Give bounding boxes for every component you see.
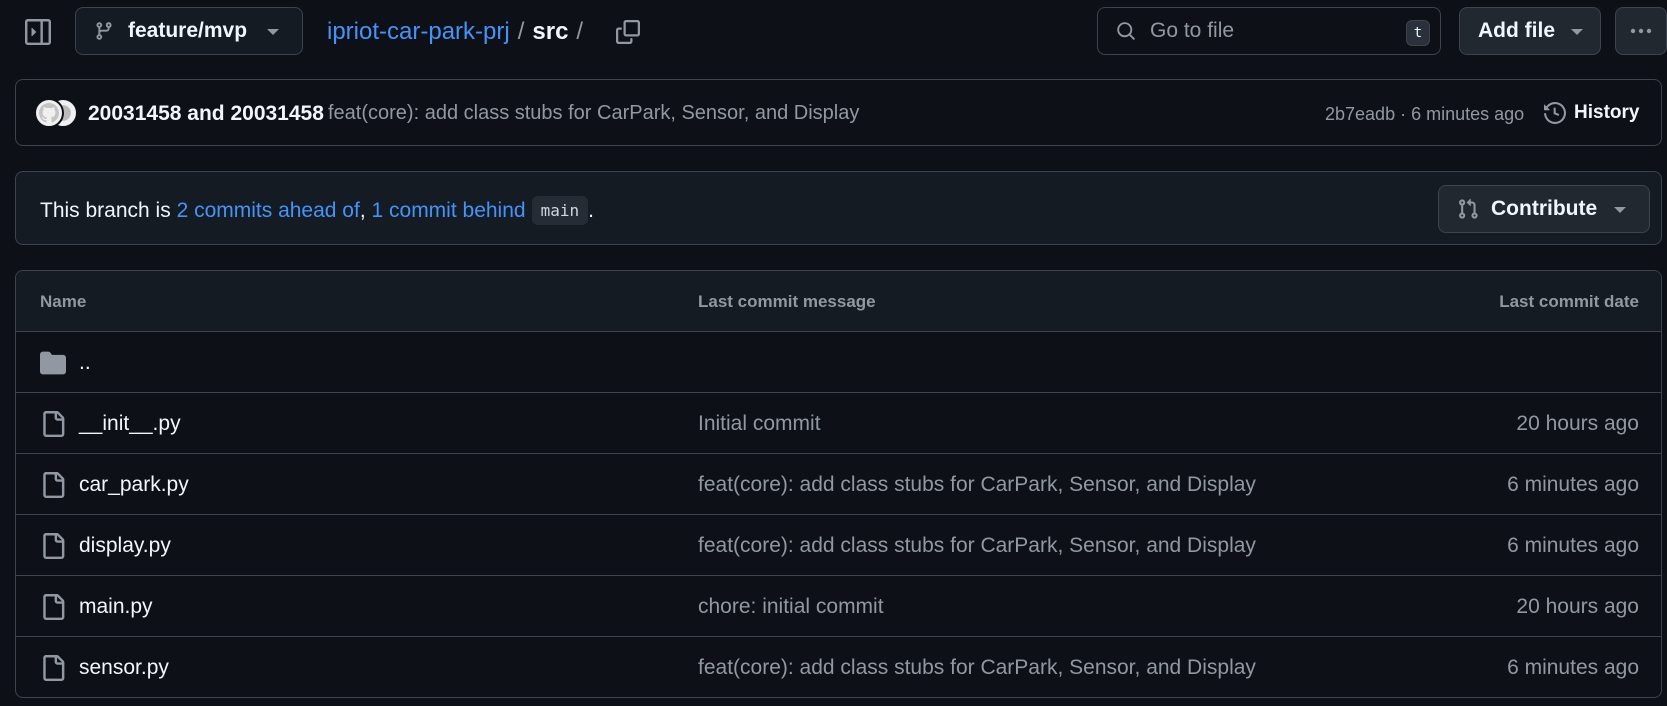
file-icon (40, 411, 66, 437)
base-branch-badge: main (531, 196, 589, 225)
kebab-horizontal-icon (1630, 28, 1652, 34)
commit-message-link[interactable]: feat(core): add class stubs for CarPark,… (328, 102, 859, 125)
keyboard-shortcut-hint: t (1406, 20, 1430, 46)
commits-ahead-link[interactable]: 2 commits ahead of (177, 199, 360, 223)
branch-status-comma: , (359, 198, 372, 222)
commit-hash-and-time[interactable]: 2b7eadb · 6 minutes ago (1325, 104, 1524, 125)
contribute-label: Contribute (1491, 197, 1598, 220)
table-row[interactable]: sensor.py feat(core): add class stubs fo… (16, 637, 1661, 697)
file-name-link[interactable]: sensor.py (79, 656, 169, 680)
commit-authors-and: and (187, 102, 225, 125)
folder-icon (40, 350, 66, 376)
commit-author-link[interactable]: 20031458 (230, 102, 323, 125)
file-icon (40, 655, 66, 681)
commit-author-link[interactable]: 20031458 (88, 102, 181, 125)
top-bar: feature/mvp ipriot-car-park-prj / src / … (0, 0, 1667, 64)
add-file-button[interactable]: Add file (1459, 7, 1601, 55)
sidebar-toggle-button[interactable] (22, 16, 54, 48)
copy-icon (616, 20, 640, 44)
file-name-link[interactable]: display.py (79, 534, 171, 558)
go-to-file-placeholder: Go to file (1150, 19, 1235, 42)
breadcrumb-separator: / (517, 18, 525, 45)
history-button[interactable]: History (1544, 96, 1639, 130)
breadcrumb: ipriot-car-park-prj / src / (327, 14, 591, 50)
table-row[interactable]: .. (16, 332, 1661, 393)
search-icon (1116, 21, 1136, 41)
branch-status-suffix: . (588, 198, 594, 222)
file-commit-date: 6 minutes ago (1507, 534, 1639, 557)
file-commit-message[interactable]: feat(core): add class stubs for CarPark,… (698, 656, 1256, 680)
contribute-button[interactable]: Contribute (1438, 185, 1650, 233)
go-to-file-input[interactable]: Go to file t (1097, 7, 1441, 55)
sidebar-expand-icon (25, 19, 51, 45)
column-header-name: Name (40, 292, 87, 311)
copy-path-button[interactable] (612, 16, 644, 48)
table-row[interactable]: display.py feat(core): add class stubs f… (16, 515, 1661, 576)
file-commit-date: 6 minutes ago (1507, 656, 1639, 679)
breadcrumb-repo-link[interactable]: ipriot-car-park-prj (327, 18, 510, 46)
git-pull-request-icon (1457, 198, 1479, 220)
file-table: Name Last commit message Last commit dat… (15, 270, 1662, 698)
avatar[interactable] (34, 98, 64, 128)
history-label: History (1574, 102, 1640, 123)
branch-status-banner: This branch is 2 commits ahead of, 1 com… (15, 171, 1662, 245)
table-row[interactable]: main.py chore: initial commit 20 hours a… (16, 576, 1661, 637)
branch-name: feature/mvp (128, 19, 248, 42)
table-header: Name Last commit message Last commit dat… (16, 271, 1661, 332)
column-header-message: Last commit message (698, 292, 876, 311)
commit-authors: 20031458 and 20031458 (88, 102, 324, 126)
file-name-link[interactable]: __init__.py (79, 412, 181, 436)
table-row[interactable]: car_park.py feat(core): add class stubs … (16, 454, 1661, 515)
file-commit-message[interactable]: feat(core): add class stubs for CarPark,… (698, 473, 1256, 497)
branch-selector-button[interactable]: feature/mvp (75, 7, 303, 55)
github-mark-icon (39, 103, 59, 123)
add-file-label: Add file (1478, 19, 1555, 42)
chevron-down-icon (266, 28, 280, 36)
table-row[interactable]: __init__.py Initial commit 20 hours ago (16, 393, 1661, 454)
branch-status-text: This branch is 2 commits ahead of, 1 com… (40, 196, 594, 225)
column-header-date: Last commit date (1499, 292, 1639, 311)
file-commit-date: 20 hours ago (1516, 412, 1639, 435)
file-icon (40, 533, 66, 559)
file-name-link[interactable]: car_park.py (79, 473, 189, 497)
latest-commit-bar: 20031458 and 20031458 feat(core): add cl… (15, 79, 1662, 146)
file-commit-message[interactable]: chore: initial commit (698, 595, 884, 619)
file-icon (40, 594, 66, 620)
file-commit-message[interactable]: Initial commit (698, 412, 821, 436)
more-options-button[interactable] (1615, 7, 1667, 55)
git-branch-icon (94, 21, 114, 41)
commits-behind-link[interactable]: 1 commit behind (372, 199, 526, 223)
chevron-down-icon (1613, 206, 1627, 214)
file-commit-message[interactable]: feat(core): add class stubs for CarPark,… (698, 534, 1256, 558)
breadcrumb-separator: / (576, 18, 584, 45)
file-commit-date: 6 minutes ago (1507, 473, 1639, 496)
file-name-link[interactable]: main.py (79, 595, 153, 619)
file-name-link[interactable]: .. (79, 351, 91, 375)
file-commit-date: 20 hours ago (1516, 595, 1639, 618)
file-icon (40, 472, 66, 498)
breadcrumb-current: src (532, 18, 569, 45)
chevron-down-icon (1570, 28, 1584, 36)
commit-avatars (34, 98, 78, 128)
branch-status-prefix: This branch is (40, 198, 177, 222)
history-icon (1544, 102, 1566, 124)
